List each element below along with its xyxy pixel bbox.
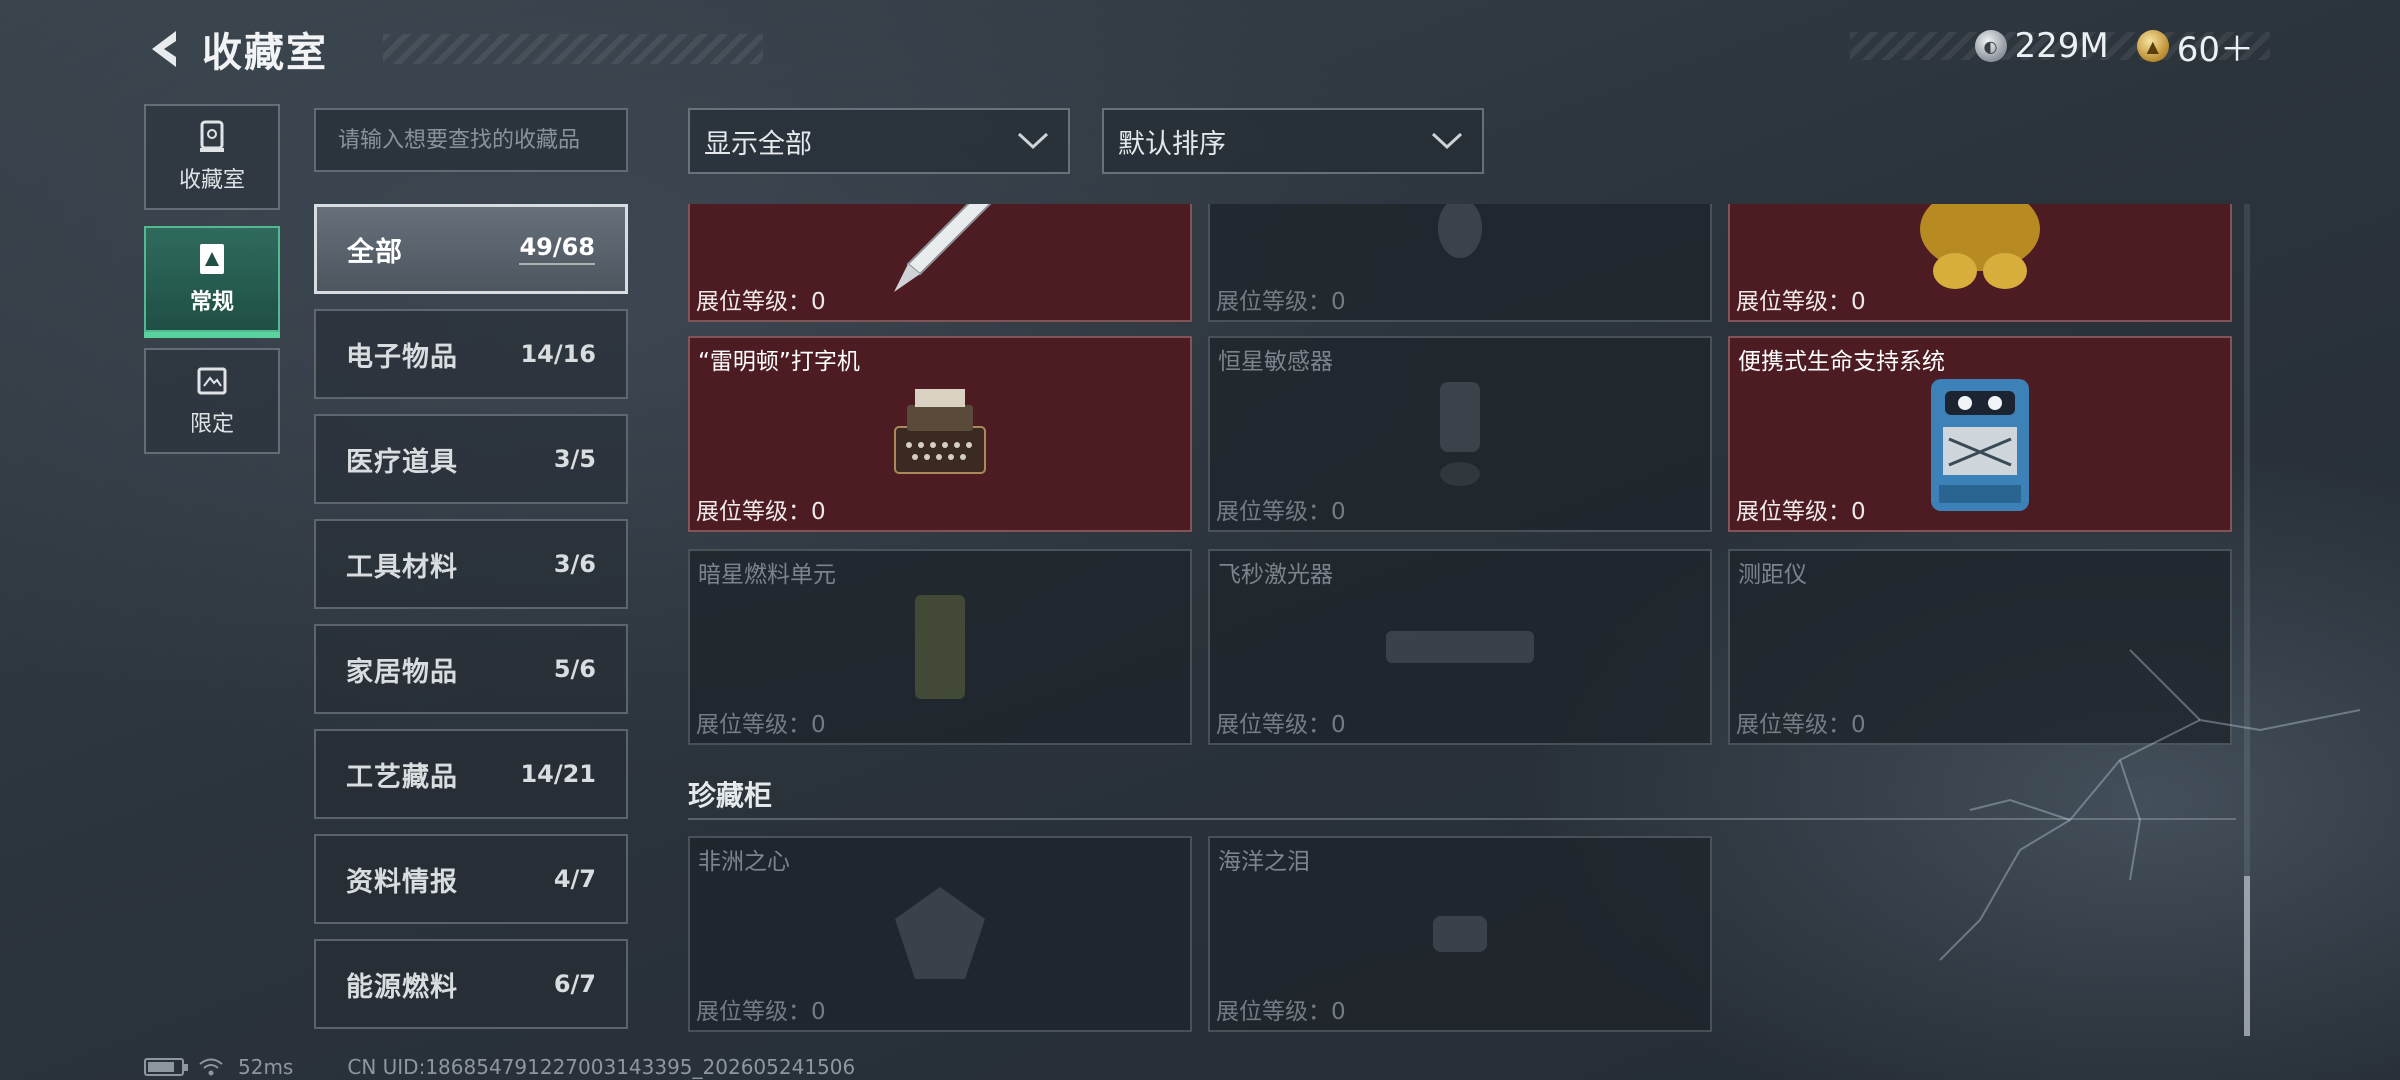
title-decoration xyxy=(383,34,763,64)
background-crack-decoration xyxy=(1939,649,2360,961)
collection-card[interactable]: 展位等级：0 xyxy=(1728,204,2232,322)
showcase-card[interactable]: 非洲之心 展位等级：0 xyxy=(688,836,1192,1032)
diamond-icon xyxy=(895,887,985,979)
currency-silver[interactable]: ◐ 229M xyxy=(1974,26,2109,66)
category-count: 14/21 xyxy=(520,760,596,788)
limited-collection-icon xyxy=(195,364,229,398)
category-crafts[interactable]: 工艺藏品 14/21 xyxy=(314,729,628,819)
category-count: 5/6 xyxy=(553,655,596,683)
nav-tab-label: 限定 xyxy=(189,412,234,437)
collection-card[interactable]: 飞秒激光器 展位等级：0 xyxy=(1208,549,1712,745)
category-name: 资料情报 xyxy=(346,866,458,898)
category-intel[interactable]: 资料情报 4/7 xyxy=(314,834,628,924)
sort-dropdown[interactable]: 默认排序 xyxy=(1102,108,1484,174)
back-arrow-icon xyxy=(152,31,176,67)
card-name: 暗星燃料单元 xyxy=(698,562,836,588)
card-level: 展位等级：0 xyxy=(696,289,826,315)
category-count: 4/7 xyxy=(553,865,596,893)
nav-tab-limited[interactable]: 限定 xyxy=(144,348,280,454)
typewriter-icon xyxy=(894,388,986,474)
fuel-cell-icon xyxy=(915,595,965,699)
card-name: 测距仪 xyxy=(1738,562,1807,588)
showcase-section-title: 珍藏柜 xyxy=(688,779,773,812)
currency-bar: ◐ 229M ▲ 60＋ xyxy=(1850,26,2270,70)
nav-tab-label: 常规 xyxy=(189,290,234,315)
card-level: 展位等级：0 xyxy=(1216,499,1346,525)
category-name: 工具材料 xyxy=(346,551,458,583)
collection-card[interactable]: 恒星敏感器 展位等级：0 xyxy=(1208,336,1712,532)
status-bar: 52ms CN UID:18685479122700314339​5_20260… xyxy=(144,1054,855,1080)
category-energy[interactable]: 能源燃料 6/7 xyxy=(314,939,628,1029)
category-count: 6/7 xyxy=(553,970,596,998)
category-name: 能源燃料 xyxy=(346,971,458,1003)
card-name: 恒星敏感器 xyxy=(1218,349,1333,375)
page-title: 收藏室 xyxy=(202,30,328,76)
card-level: 展位等级：0 xyxy=(1736,499,1866,525)
grenade-icon xyxy=(1438,204,1482,258)
gem-icon xyxy=(1433,916,1487,952)
card-level: 展位等级：0 xyxy=(696,712,826,738)
gold-coin-icon: ▲ xyxy=(2136,30,2169,62)
category-count: 3/5 xyxy=(553,445,596,473)
category-electronics[interactable]: 电子物品 14/16 xyxy=(314,309,628,399)
collection-card[interactable]: 便携式生命支持系统 展位等级：0 xyxy=(1728,336,2232,532)
category-name: 家居物品 xyxy=(346,656,458,688)
display-filter-dropdown[interactable]: 显示全部 xyxy=(688,108,1070,174)
category-name: 全部 xyxy=(347,236,403,268)
user-uid: CN UID:18685479122700314339​5_2026052415… xyxy=(347,1055,856,1079)
regular-collection-icon xyxy=(195,242,229,276)
category-name: 电子物品 xyxy=(346,341,458,373)
currency-gold[interactable]: ▲ 60＋ xyxy=(2136,22,2254,71)
currency-gold-value: 60＋ xyxy=(2176,29,2254,70)
chevron-down-icon xyxy=(1431,132,1463,150)
collection-card[interactable]: 暗星燃料单元 展位等级：0 xyxy=(688,549,1192,745)
category-count: 3/6 xyxy=(553,550,596,578)
header: 收藏室 xyxy=(140,22,763,76)
chevron-down-icon xyxy=(1017,132,1049,150)
category-count: 14/16 xyxy=(520,340,596,368)
pen-icon xyxy=(894,204,992,293)
category-medical[interactable]: 医疗道具 3/5 xyxy=(314,414,628,504)
currency-silver-value: 229M xyxy=(2014,26,2109,66)
search-box[interactable] xyxy=(314,108,628,172)
category-tools[interactable]: 工具材料 3/6 xyxy=(314,519,628,609)
collection-card[interactable]: 展位等级：0 xyxy=(688,204,1192,322)
dropdown-value: 默认排序 xyxy=(1118,128,1226,160)
card-level: 展位等级：0 xyxy=(1736,712,1866,738)
card-level: 展位等级：0 xyxy=(1216,712,1346,738)
sensor-icon xyxy=(1440,382,1480,486)
card-name: 便携式生命支持系统 xyxy=(1738,349,1945,375)
dropdown-value: 显示全部 xyxy=(704,128,812,160)
nav-tab-collection-room[interactable]: 收藏室 xyxy=(144,104,280,210)
category-name: 工艺藏品 xyxy=(346,761,458,793)
category-name: 医疗道具 xyxy=(346,446,458,478)
wifi-icon xyxy=(199,1058,223,1076)
battery-icon xyxy=(144,1058,188,1076)
card-name: 非洲之心 xyxy=(698,849,790,875)
card-name: “雷明顿”打字机 xyxy=(698,349,860,375)
category-all[interactable]: 全部 49/68 xyxy=(314,204,628,294)
card-name: 飞秒激光器 xyxy=(1218,562,1333,588)
trophy-icon xyxy=(195,120,229,154)
nav-tab-regular[interactable]: 常规 xyxy=(144,226,280,338)
nav-tab-label: 收藏室 xyxy=(178,168,245,193)
card-level: 展位等级：0 xyxy=(1216,999,1346,1025)
card-name: 海洋之泪 xyxy=(1218,849,1310,875)
back-button[interactable] xyxy=(140,22,188,76)
collection-card[interactable]: “雷明顿”打字机 展位等级：0 xyxy=(688,336,1192,532)
laser-icon xyxy=(1386,631,1534,663)
gold-statue-icon xyxy=(1920,204,2040,290)
card-level: 展位等级：0 xyxy=(1736,289,1866,315)
life-support-icon xyxy=(1931,378,2029,511)
card-level: 展位等级：0 xyxy=(696,999,826,1025)
category-household[interactable]: 家居物品 5/6 xyxy=(314,624,628,714)
search-input[interactable] xyxy=(338,127,626,153)
showcase-card[interactable]: 海洋之泪 展位等级：0 xyxy=(1208,836,1712,1032)
ping-value: 52ms xyxy=(238,1055,294,1079)
card-level: 展位等级：0 xyxy=(1216,289,1346,315)
collection-card[interactable]: 展位等级：0 xyxy=(1208,204,1712,322)
card-level: 展位等级：0 xyxy=(696,499,826,525)
silver-coin-icon: ◐ xyxy=(1974,30,2007,62)
category-count: 49/68 xyxy=(519,233,595,265)
